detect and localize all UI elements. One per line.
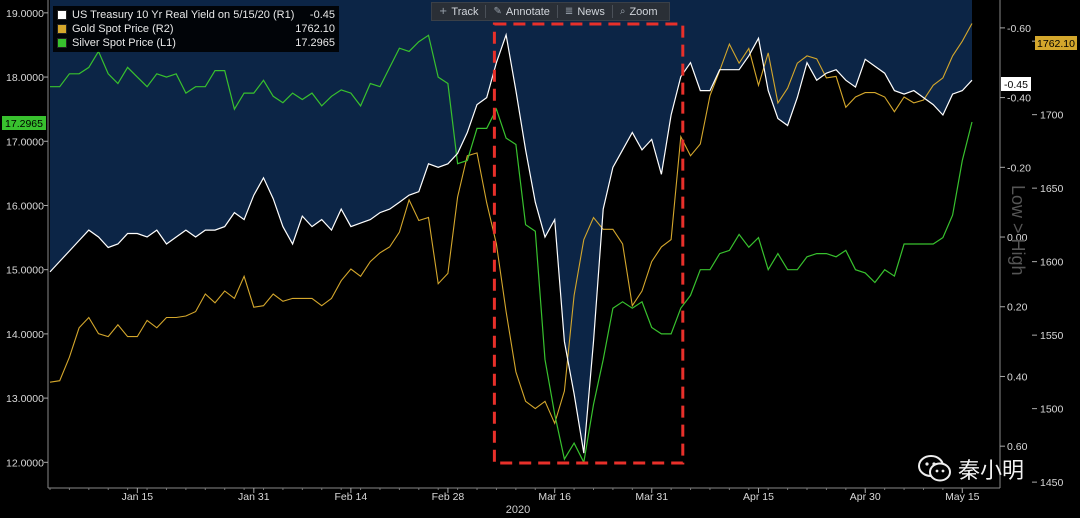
r1-tick-label: -0.60: [1007, 23, 1031, 35]
news-icon: ≣: [564, 6, 574, 17]
gold-last-tag: 1762.10: [1035, 36, 1077, 50]
silver-last-tag: 17.2965: [2, 116, 46, 130]
legend-value: -0.45: [309, 9, 335, 21]
r1-tick-label: -0.20: [1007, 162, 1031, 174]
gold-last-value: 1762.10: [1037, 38, 1075, 50]
news-label: News: [577, 5, 605, 18]
r2-tick-label: 1550: [1040, 330, 1064, 342]
left-tick-label: 14.0000: [6, 329, 44, 341]
chart-canvas: 12.0000 13.0000 14.0000 15.0000 16.0000 17.00…: [0, 0, 1080, 518]
legend-item-gold[interactable]: Gold Spot Price (R2) 1762.10: [57, 22, 335, 36]
x-tick-label: Jan 31: [238, 491, 270, 503]
r2-tick-label: 1600: [1040, 257, 1064, 269]
annotate-button[interactable]: ✎ Annotate: [486, 6, 556, 18]
yield-last-tag: -0.45: [1001, 77, 1031, 91]
yield-last-value: -0.45: [1004, 79, 1028, 91]
legend-swatch-gold: [57, 24, 67, 34]
crosshair-icon: +: [439, 6, 448, 17]
r2-tick-label: 1450: [1040, 477, 1064, 489]
r2-tick-label: 1650: [1040, 183, 1064, 195]
x-tick-label: Feb 14: [335, 491, 368, 503]
legend-value: 17.2965: [295, 37, 335, 49]
legend-value: 1762.10: [295, 23, 335, 35]
news-button[interactable]: ≣ News: [558, 6, 612, 18]
legend-swatch-silver: [57, 38, 67, 48]
left-tick-label: 12.0000: [6, 457, 44, 469]
x-tick-label: Apr 30: [850, 491, 881, 503]
left-tick-label: 17.0000: [6, 136, 44, 148]
x-axis-year-label: 2020: [506, 504, 530, 516]
silver-last-value: 17.2965: [5, 118, 43, 130]
r1-tick-label: -0.40: [1007, 93, 1031, 105]
left-tick-label: 16.0000: [6, 200, 44, 212]
legend-name: Gold Spot Price (R2): [72, 23, 174, 35]
legend-item-yield[interactable]: US Treasury 10 Yr Real Yield on 5/15/20 …: [57, 8, 335, 22]
r1-axis-title: Low > High: [1008, 185, 1028, 276]
watermark: 秦小明: [918, 453, 1024, 485]
zoom-label: Zoom: [629, 5, 658, 18]
chart-legend: US Treasury 10 Yr Real Yield on 5/15/20 …: [53, 6, 339, 52]
r1-tick-label: 0.20: [1007, 302, 1028, 314]
legend-name: US Treasury 10 Yr Real Yield on 5/15/20 …: [72, 9, 295, 21]
x-tick-label: Jan 15: [122, 491, 154, 503]
left-tick-label: 19.0000: [6, 8, 44, 20]
track-label: Track: [451, 5, 479, 18]
x-tick-label: Feb 28: [432, 491, 465, 503]
annotate-label: Annotate: [505, 5, 550, 18]
track-button[interactable]: + Track: [432, 6, 485, 18]
legend-name: Silver Spot Price (L1): [72, 37, 176, 49]
left-tick-label: 13.0000: [6, 393, 44, 405]
legend-item-silver[interactable]: Silver Spot Price (L1) 17.2965: [57, 36, 335, 50]
x-tick-label: May 15: [945, 491, 980, 503]
x-tick-label: Mar 16: [538, 491, 571, 503]
pencil-icon: ✎: [493, 6, 502, 17]
legend-swatch-yield: [57, 10, 67, 20]
wechat-icon: [918, 455, 951, 482]
x-tick-label: Apr 15: [743, 491, 774, 503]
r1-tick-label: 0.60: [1007, 441, 1028, 453]
zoom-button[interactable]: ⌕ Zoom: [613, 6, 665, 18]
left-tick-label: 15.0000: [6, 265, 44, 277]
chart-toolbar: + Track ✎ Annotate ≣ News ⌕ Zoom: [431, 2, 670, 21]
magnifier-icon: ⌕: [619, 6, 626, 17]
r2-tick-label: 1700: [1040, 110, 1064, 122]
watermark-text: 秦小明: [958, 459, 1025, 484]
r2-tick-label: 1500: [1040, 404, 1064, 416]
left-tick-label: 18.0000: [6, 72, 44, 84]
r1-tick-label: 0.40: [1007, 371, 1028, 383]
x-tick-label: Mar 31: [635, 491, 668, 503]
